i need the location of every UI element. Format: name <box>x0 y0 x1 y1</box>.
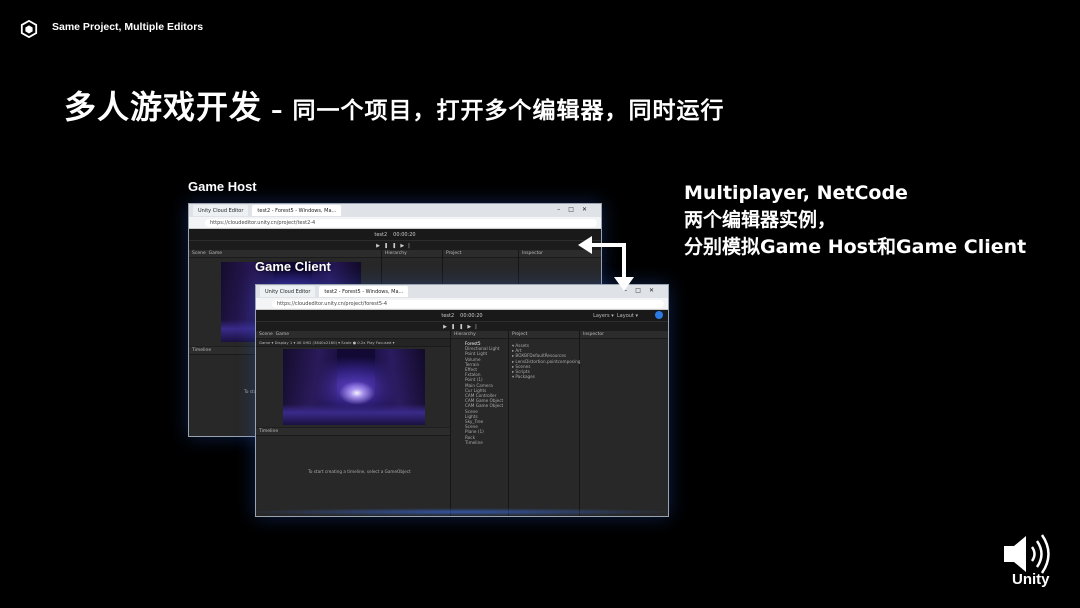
host-tab-bar: Unity Cloud Editor test2 - Forest5 - Win… <box>189 204 601 217</box>
unity-cube-icon <box>20 20 38 38</box>
main-title: 多人游戏开发 – 同一个项目，打开多个编辑器，同时运行 <box>64 82 725 128</box>
host-url-input[interactable]: https://cloudeditor.unity.cn/project/tes… <box>205 218 597 227</box>
main-title-subtitle: – 同一个项目，打开多个编辑器，同时运行 <box>262 98 725 124</box>
client-hierarchy-panel: Hierarchy Forest5 Directional Light Point … <box>451 331 509 516</box>
description-line-1: Multiplayer, NetCode <box>684 182 908 204</box>
bottom-glow <box>240 508 680 516</box>
client-tab-hierarchy[interactable]: Hierarchy <box>451 331 508 339</box>
host-game-panel-header: Scene Game <box>189 250 381 258</box>
client-game-bar[interactable]: Game ▾ Display 1 ▾ 4K UHD (3840x2160) ▾ … <box>256 339 450 347</box>
client-url-input[interactable]: https://cloudeditor.unity.cn/project/for… <box>272 299 664 308</box>
host-tab-project[interactable]: test2 - Forest5 - Windows, Ma... <box>252 205 342 216</box>
client-project-panel: Project ▾ Assets ▸ Art ▸ BOXBFDefaultRes… <box>509 331 580 516</box>
client-tab-cloud-editor[interactable]: Unity Cloud Editor <box>260 286 316 297</box>
client-hierarchy-list: Forest5 Directional Light Point Light Volum… <box>451 339 508 445</box>
host-tab-project-panel[interactable]: Project <box>443 250 518 258</box>
client-url-bar: https://cloudeditor.unity.cn/project/for… <box>256 298 668 310</box>
project-item[interactable]: ▾ Packages <box>512 374 579 379</box>
hierarchy-item[interactable]: Timeline <box>465 440 508 445</box>
client-game-view[interactable] <box>283 349 425 425</box>
description-line-2: 两个编辑器实例， <box>684 209 837 231</box>
client-inspector-panel: Inspector <box>580 331 668 516</box>
unity-brand: Unity <box>1012 571 1050 588</box>
host-url-bar: https://cloudeditor.unity.cn/project/tes… <box>189 217 601 229</box>
client-timeline-hint: To start creating a timeline, select a G… <box>308 469 411 474</box>
client-tab-scene[interactable]: Scene <box>259 332 273 337</box>
description-line-3: 分别模拟Game Host和Game Client <box>684 236 1027 258</box>
hierarchy-item[interactable]: CAM Game Object <box>465 403 508 408</box>
game-client-label: Game Client <box>255 259 331 274</box>
client-layers-dropdown[interactable]: Layers ▾ Layout ▾ <box>593 313 638 319</box>
client-game-panel-header: Scene Game <box>256 331 450 339</box>
client-timer: 00:00:20 <box>460 312 483 319</box>
host-project-name: test2 <box>374 231 388 238</box>
speaker-icon[interactable] <box>1000 532 1062 576</box>
host-tab-game[interactable]: Game <box>209 251 222 256</box>
host-editor-toolbar: test2 00:00:20 <box>189 229 601 241</box>
client-timeline-panel: Timeline To start creating a timeline, s… <box>256 428 451 516</box>
host-tab-cloud-editor[interactable]: Unity Cloud Editor <box>193 205 249 216</box>
client-editor-window: Unity Cloud Editor test2 - Forest5 - Win… <box>255 284 669 517</box>
client-play-buttons[interactable]: ▶❚❚▶| <box>443 324 481 330</box>
client-tab-timeline[interactable]: Timeline <box>256 428 450 436</box>
host-play-buttons[interactable]: ▶❚❚▶| <box>376 243 414 249</box>
client-project-name: test2 <box>441 312 455 319</box>
client-project-list: ▾ Assets ▸ Art ▸ BOXBFDefaultResources ▸… <box>509 339 580 379</box>
client-tab-game[interactable]: Game <box>276 332 289 337</box>
client-tab-project-panel[interactable]: Project <box>509 331 579 339</box>
host-tab-scene[interactable]: Scene <box>192 251 206 256</box>
game-host-label: Game Host <box>188 179 257 194</box>
header-title: Same Project, Multiple Editors <box>52 21 204 33</box>
client-tab-inspector[interactable]: Inspector <box>580 331 668 339</box>
double-arrow-icon <box>578 236 634 291</box>
client-editor-toolbar: test2 00:00:20 Layers ▾ Layout ▾ <box>256 310 668 322</box>
client-tab-project[interactable]: test2 - Forest5 - Windows, Ma... <box>319 286 409 297</box>
client-cloud-icon[interactable] <box>655 311 663 319</box>
description-text: Multiplayer, NetCode 两个编辑器实例， 分别模拟Game H… <box>684 180 1026 261</box>
host-window-controls[interactable]: –□✕ <box>557 206 595 213</box>
host-tab-hierarchy[interactable]: Hierarchy <box>382 250 442 258</box>
host-timer: 00:00:20 <box>393 231 416 238</box>
main-title-text: 多人游戏开发 <box>64 88 263 126</box>
client-game-panel: Scene Game Game ▾ Display 1 ▾ 4K UHD (38… <box>256 331 451 427</box>
